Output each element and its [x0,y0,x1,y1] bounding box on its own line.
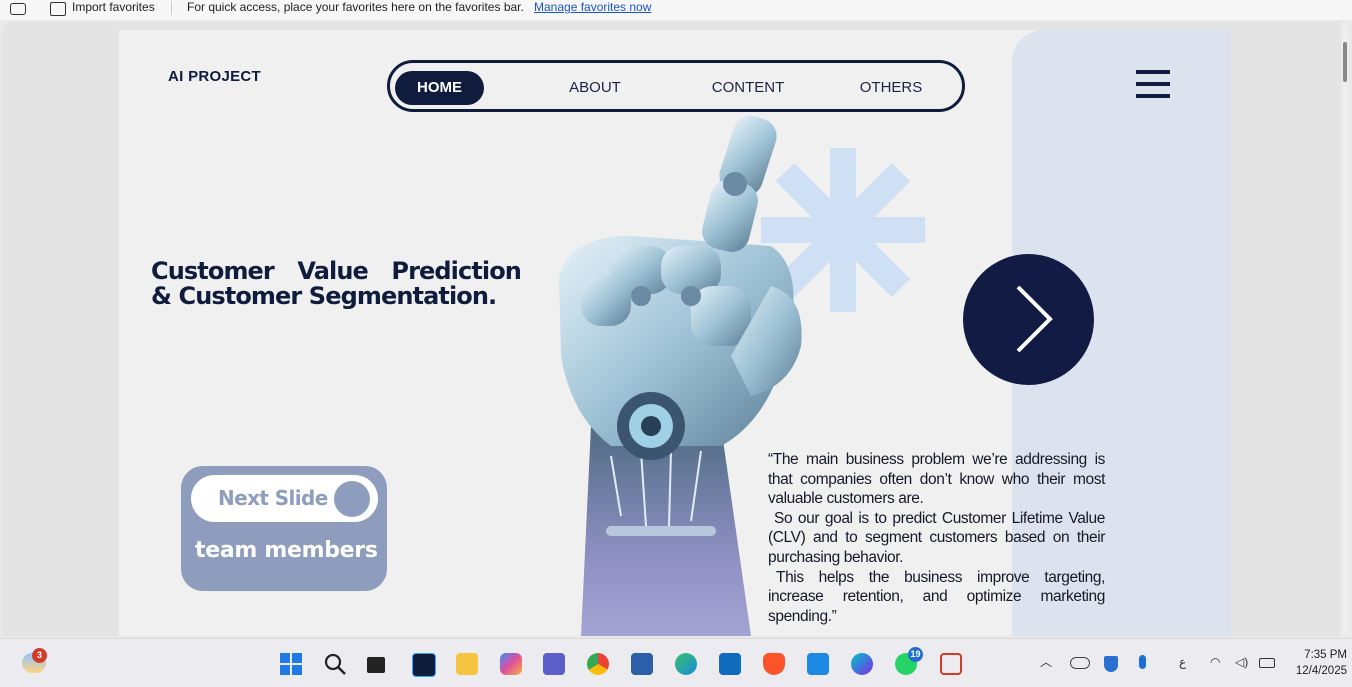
snipping-tool-icon[interactable] [940,653,962,675]
favorites-bar: Import favorites For quick access, place… [0,0,1352,20]
quote-paragraph: “The main business problem we’re address… [768,451,1105,508]
copilot-icon[interactable] [500,653,522,675]
title-line-1: Customer Value Prediction [151,257,522,285]
chrome-icon[interactable] [587,653,609,675]
manage-favorites-link[interactable]: Manage favorites now [534,0,651,15]
brave-icon[interactable] [763,653,785,675]
wifi-icon[interactable]: ◠ [1210,653,1220,671]
search-icon[interactable] [324,653,346,675]
next-slide-button[interactable]: Next Slide [191,475,378,522]
whatsapp-badge: 19 [908,647,923,662]
microphone-icon[interactable] [1139,655,1146,669]
clock[interactable]: 7:35 PM 12/4/2025 [1289,647,1347,679]
nav-others[interactable]: OTHERS [850,71,932,105]
team-members-link[interactable]: team members [195,538,378,563]
vscode-icon[interactable] [807,653,829,675]
clock-date: 12/4/2025 [1295,665,1347,677]
main-nav: HOME ABOUT CONTENT OTHERS [387,60,965,112]
weather-badge: 3 [32,648,47,663]
canva-icon[interactable] [851,653,873,675]
start-icon[interactable] [280,653,302,675]
volume-icon[interactable]: ◁) [1235,653,1248,671]
next-slide-card: Next Slide team members [181,466,387,591]
brand-logo[interactable]: AI PROJECT [168,68,261,85]
file-explorer-icon[interactable] [456,653,478,675]
quote-paragraph: So our goal is to predict Customer Lifet… [768,509,1105,566]
show-hidden-icons[interactable]: ︿ [1040,653,1052,671]
clock-time: 7:35 PM [1304,649,1347,661]
title-line-2: & Customer Segmentation. [151,282,497,310]
taskbar: 3 19 ︿ ع ◠ ◁) 7:35 PM 12/4/2025 [0,638,1352,687]
import-icon [50,2,66,16]
outlook-icon[interactable] [719,653,741,675]
store-icon[interactable] [631,653,653,675]
nav-home[interactable]: HOME [395,71,484,105]
chevron-right-icon [1016,285,1053,353]
page-title: Customer Value Prediction & Customer Seg… [151,257,522,310]
nav-about[interactable]: ABOUT [550,71,640,105]
favorites-message: For quick access, place your favorites h… [187,0,524,14]
next-arrow-button[interactable] [963,254,1094,385]
nav-content[interactable]: CONTENT [700,71,796,105]
battery-icon[interactable] [1259,658,1275,668]
favorites-icon[interactable] [10,3,26,15]
browser-viewport: AI PROJECT HOME ABOUT CONTENT OTHERS Cus… [3,22,1349,636]
edge-icon[interactable] [675,653,697,675]
task-view-icon[interactable] [367,657,385,673]
quote-paragraph: This helps the business improve targetin… [768,568,1105,625]
slide: AI PROJECT HOME ABOUT CONTENT OTHERS Cus… [119,30,1231,636]
separator [171,1,172,15]
photoshop-icon[interactable] [412,653,436,677]
scrollbar[interactable] [1341,22,1349,636]
toggle-dot-icon [334,481,370,517]
language-indicator[interactable]: ع [1179,653,1186,671]
import-favorites[interactable]: Import favorites [72,0,155,15]
scrollbar-thumb[interactable] [1343,42,1347,82]
onedrive-icon[interactable] [1070,657,1090,669]
security-icon[interactable] [1104,656,1118,672]
teams-icon[interactable] [543,653,565,675]
hamburger-menu-icon[interactable] [1136,70,1170,98]
next-slide-label: Next Slide [218,486,328,510]
quote-block: “The main business problem we’re address… [768,450,1105,626]
